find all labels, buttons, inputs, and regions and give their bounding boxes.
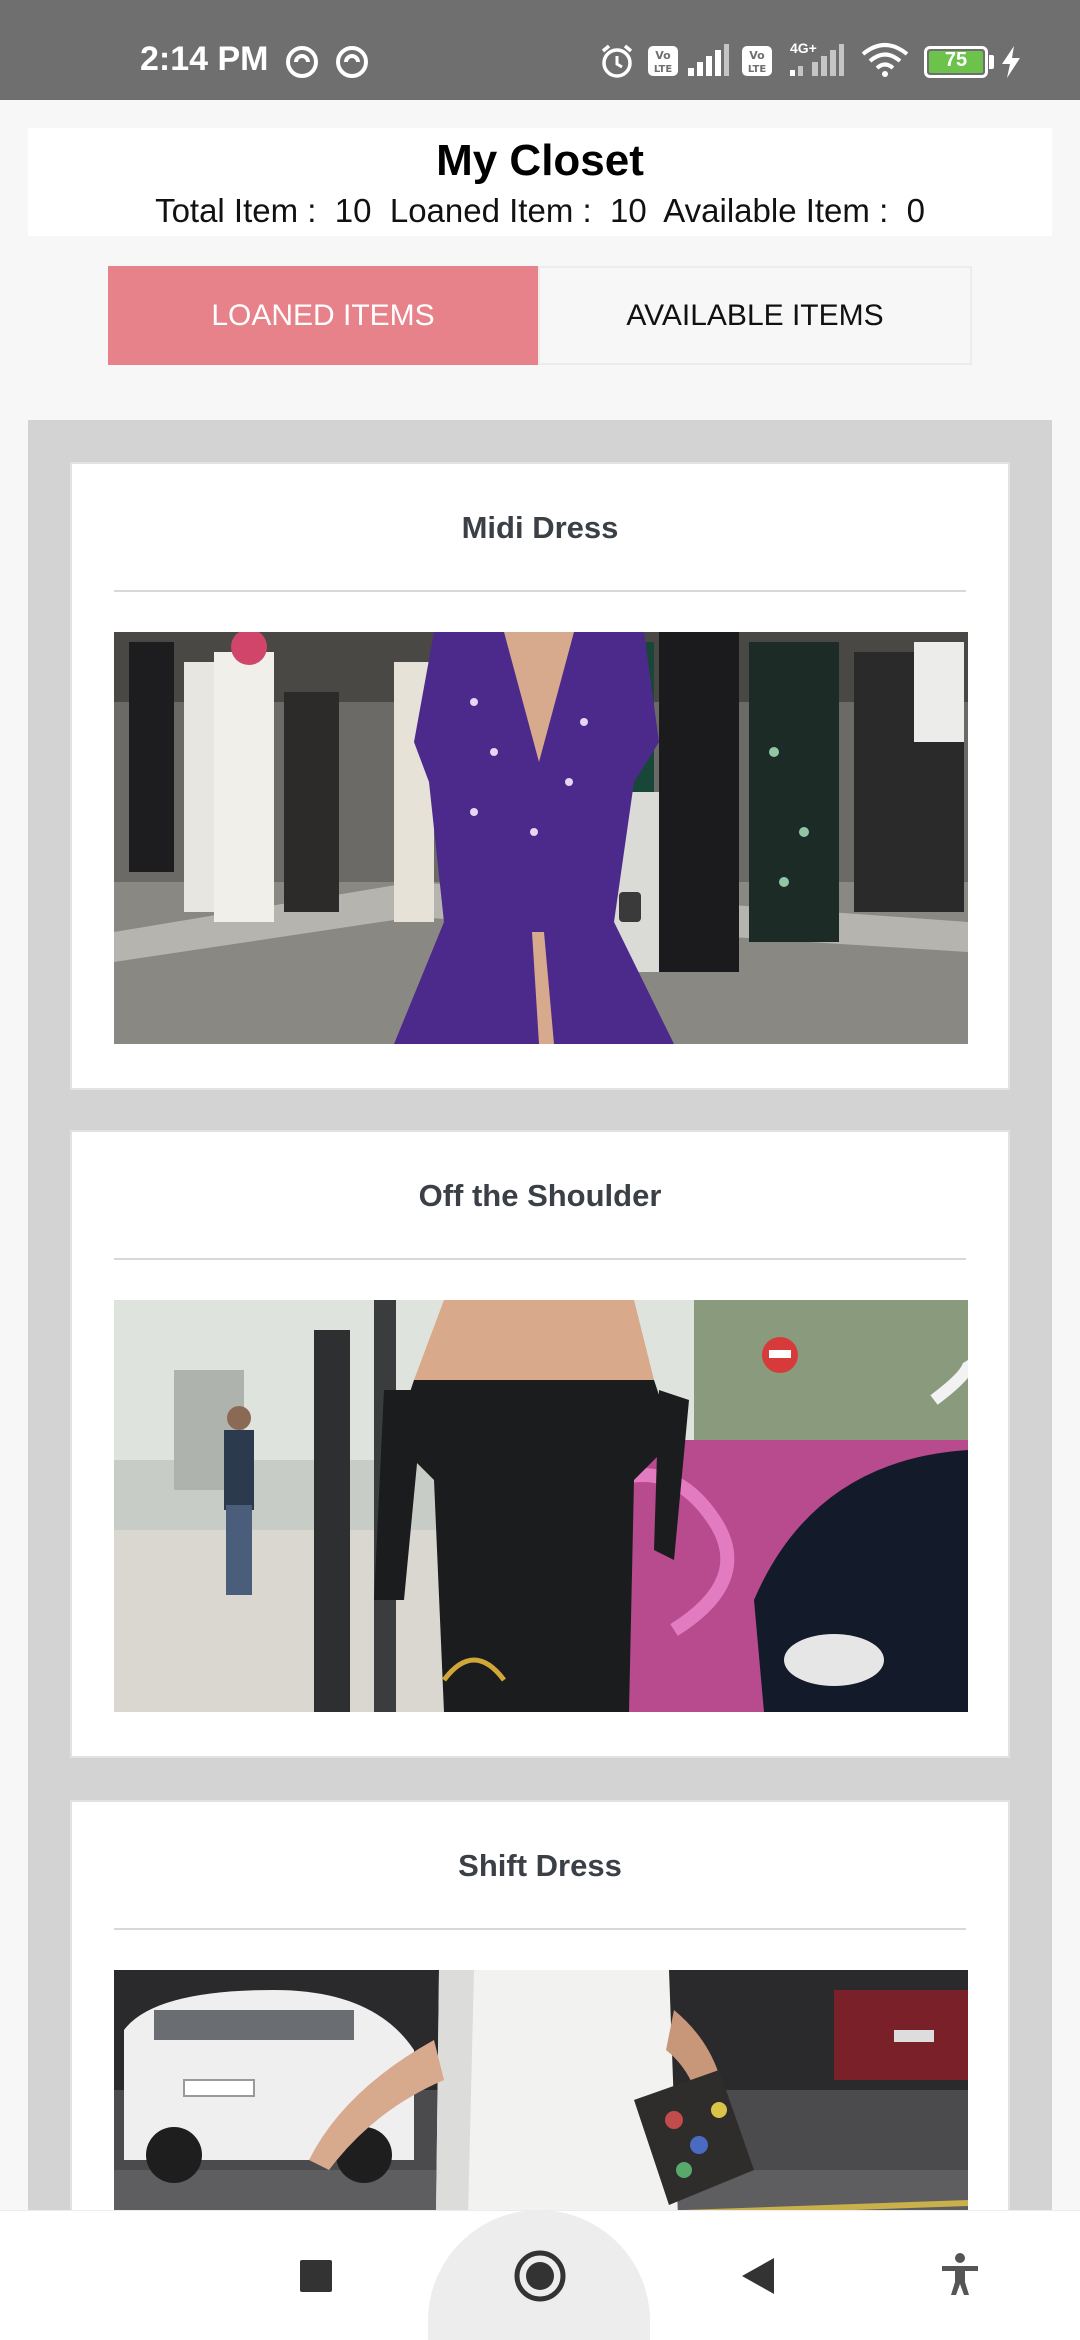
item-title: Off the Shoulder bbox=[418, 1178, 662, 1213]
loaned-item-value: 10 bbox=[610, 192, 647, 229]
charging-icon bbox=[1002, 46, 1020, 78]
alarm-icon bbox=[601, 44, 633, 78]
svg-text:LTE: LTE bbox=[748, 64, 767, 75]
closet-header: My Closet Total Item : 10 Loaned Item : … bbox=[28, 128, 1052, 236]
tab-available-items[interactable]: AVAILABLE ITEMS bbox=[538, 266, 972, 365]
signal-strength-icon bbox=[688, 44, 729, 76]
closet-item-card[interactable]: Shift Dress bbox=[70, 1800, 1010, 2210]
battery-fill: 75 bbox=[929, 49, 983, 73]
battery-tip bbox=[989, 55, 994, 69]
purple-midi-dress-photo bbox=[114, 632, 968, 1044]
available-item-value: 0 bbox=[906, 192, 925, 229]
tab-bar: LOANED ITEMS AVAILABLE ITEMS bbox=[108, 266, 972, 365]
available-item-label: Available Item : bbox=[646, 192, 907, 229]
volte-icon: Vo LTE bbox=[742, 46, 772, 76]
tab-loaned-items[interactable]: LOANED ITEMS bbox=[108, 266, 538, 365]
card-divider bbox=[114, 1928, 966, 1930]
privacy-dot-icon bbox=[286, 46, 318, 78]
loaned-item-label: Loaned Item : bbox=[371, 192, 610, 229]
circle-icon[interactable] bbox=[513, 2249, 567, 2303]
closet-item-card[interactable]: Off the Shoulder bbox=[70, 1130, 1010, 1758]
black-off-shoulder-dress-photo bbox=[114, 1300, 968, 1712]
total-item-value: 10 bbox=[334, 192, 372, 229]
square-icon[interactable] bbox=[300, 2260, 332, 2292]
item-photo[interactable] bbox=[114, 1970, 968, 2210]
closet-item-card[interactable]: Midi Dress bbox=[70, 462, 1010, 1090]
signal-strength-icon bbox=[790, 44, 844, 76]
card-divider bbox=[114, 1258, 966, 1260]
closet-stats: Total Item : 10 Loaned Item : 10 Availab… bbox=[28, 192, 1052, 230]
item-photo[interactable] bbox=[114, 1300, 968, 1712]
status-bar: 2:14 PM Vo LTE Vo LTE 4G+ 75 bbox=[0, 0, 1080, 100]
closet-item-list[interactable]: Midi Dress Off the Shoulder Shift Dress bbox=[28, 420, 1052, 2210]
item-photo[interactable] bbox=[114, 632, 968, 1044]
volte-icon: Vo LTE bbox=[648, 46, 678, 76]
card-divider bbox=[114, 590, 966, 592]
wifi-icon bbox=[861, 43, 909, 77]
white-shift-dress-photo bbox=[114, 1970, 968, 2210]
item-title: Shift Dress bbox=[458, 1848, 622, 1883]
battery-icon: 75 bbox=[924, 46, 988, 78]
triangle-back-icon[interactable] bbox=[740, 2256, 776, 2296]
item-title: Midi Dress bbox=[461, 510, 619, 545]
status-time: 2:14 PM bbox=[140, 40, 269, 78]
page-title: My Closet bbox=[436, 136, 644, 185]
svg-text:LTE: LTE bbox=[654, 64, 673, 75]
svg-text:Vo: Vo bbox=[655, 49, 671, 62]
battery-level: 75 bbox=[944, 49, 968, 71]
svg-text:Vo: Vo bbox=[749, 49, 765, 62]
privacy-dot-icon bbox=[336, 46, 368, 78]
total-item-label: Total Item : bbox=[155, 192, 335, 229]
accessibility-icon[interactable] bbox=[940, 2252, 980, 2296]
